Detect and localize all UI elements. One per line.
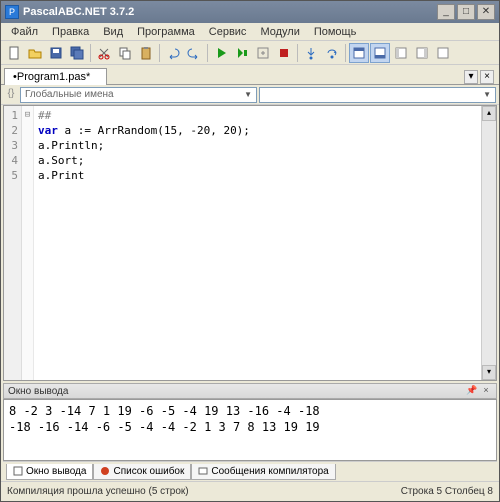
panel-1-button[interactable] (349, 43, 369, 63)
menubar: Файл Правка Вид Программа Сервис Модули … (1, 23, 499, 41)
cut-button[interactable] (94, 43, 114, 63)
menu-modules[interactable]: Модули (254, 25, 305, 39)
separator (345, 44, 346, 62)
separator (159, 44, 160, 62)
tab-close-all-button[interactable]: × (480, 70, 494, 84)
statusbar: Компиляция прошла успешно (5 строк) Стро… (1, 481, 499, 501)
chevron-down-icon: ▼ (244, 90, 252, 99)
stop-button[interactable] (274, 43, 294, 63)
status-right: Строка 5 Столбец 8 (401, 486, 493, 497)
output-panel[interactable]: 8 -2 3 -14 7 1 19 -6 -5 -4 19 13 -16 -4 … (3, 399, 497, 461)
output-title: Окно вывода (8, 386, 68, 397)
scope-text: Глобальные имена (25, 89, 114, 100)
run-button[interactable] (211, 43, 231, 63)
panel-2-button[interactable] (370, 43, 390, 63)
tab-nav: ▾ × (464, 70, 496, 84)
menu-view[interactable]: Вид (97, 25, 129, 39)
tab-errors[interactable]: Список ошибок (93, 464, 191, 480)
window-buttons: _ □ ✕ (437, 4, 495, 20)
run-noargs-button[interactable] (232, 43, 252, 63)
output-panel-header: Окно вывода 📌 × (3, 383, 497, 399)
fold-gutter: ⊟ (22, 106, 34, 380)
line-numbers: 12345 (4, 106, 22, 380)
pin-icon[interactable]: 📌 (466, 385, 478, 397)
panel-4-button[interactable] (412, 43, 432, 63)
code-area[interactable]: ## var a := ArrRandom(15, -20, 20); a.Pr… (34, 106, 481, 380)
tab-program1[interactable]: •Program1.pas* (4, 68, 107, 85)
separator (90, 44, 91, 62)
app-window: P PascalABC.NET 3.7.2 _ □ ✕ Файл Правка … (0, 0, 500, 502)
step-into-button[interactable] (301, 43, 321, 63)
scope-combo[interactable]: Глобальные имена ▼ (20, 87, 257, 103)
paste-button[interactable] (136, 43, 156, 63)
bottom-tabs: Окно вывода Список ошибок Сообщения комп… (3, 461, 497, 481)
open-file-button[interactable] (25, 43, 45, 63)
scope-icon: {} (4, 88, 18, 102)
editor: 12345 ⊟ ## var a := ArrRandom(15, -20, 2… (3, 105, 497, 381)
redo-button[interactable] (184, 43, 204, 63)
member-combo[interactable]: ▼ (259, 87, 496, 103)
tab-messages[interactable]: Сообщения компилятора (191, 464, 335, 480)
window-title: PascalABC.NET 3.7.2 (23, 6, 437, 18)
scroll-up-button[interactable]: ▴ (482, 106, 496, 121)
tab-output[interactable]: Окно вывода (6, 464, 93, 480)
tab-label: •Program1.pas* (13, 71, 90, 83)
scroll-down-button[interactable]: ▾ (482, 365, 496, 380)
panel-3-button[interactable] (391, 43, 411, 63)
menu-file[interactable]: Файл (5, 25, 44, 39)
separator (297, 44, 298, 62)
vertical-scrollbar[interactable]: ▴ ▾ (481, 106, 496, 380)
chevron-down-icon: ▼ (483, 90, 491, 99)
toolbar (1, 41, 499, 65)
close-button[interactable]: ✕ (477, 4, 495, 20)
panel-5-button[interactable] (433, 43, 453, 63)
status-left: Компиляция прошла успешно (5 строк) (7, 486, 189, 497)
undo-button[interactable] (163, 43, 183, 63)
close-panel-button[interactable]: × (480, 385, 492, 397)
app-icon: P (5, 5, 19, 19)
message-icon (198, 466, 208, 476)
menu-service[interactable]: Сервис (203, 25, 253, 39)
output-icon (13, 466, 23, 476)
menu-program[interactable]: Программа (131, 25, 201, 39)
maximize-button[interactable]: □ (457, 4, 475, 20)
copy-button[interactable] (115, 43, 135, 63)
titlebar: P PascalABC.NET 3.7.2 _ □ ✕ (1, 1, 499, 23)
nav-combo-row: {} Глобальные имена ▼ ▼ (1, 85, 499, 105)
btab-label: Список ошибок (113, 466, 184, 477)
btab-label: Окно вывода (26, 466, 86, 477)
document-tabs: •Program1.pas* ▾ × (1, 65, 499, 85)
separator (207, 44, 208, 62)
menu-help[interactable]: Помощь (308, 25, 363, 39)
menu-edit[interactable]: Правка (46, 25, 95, 39)
btab-label: Сообщения компилятора (211, 466, 328, 477)
fold-toggle[interactable]: ⊟ (22, 108, 33, 123)
tab-dropdown-button[interactable]: ▾ (464, 70, 478, 84)
minimize-button[interactable]: _ (437, 4, 455, 20)
step-over-button[interactable] (322, 43, 342, 63)
compile-button[interactable] (253, 43, 273, 63)
new-file-button[interactable] (4, 43, 24, 63)
save-button[interactable] (46, 43, 66, 63)
error-icon (100, 466, 110, 476)
save-all-button[interactable] (67, 43, 87, 63)
